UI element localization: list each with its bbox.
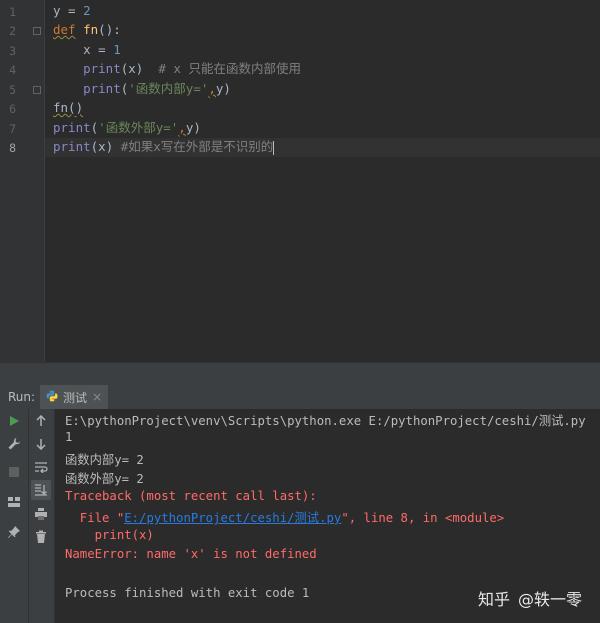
- line-number: 3: [9, 44, 16, 58]
- wrench-icon[interactable]: [4, 434, 24, 454]
- trash-icon[interactable]: [31, 527, 51, 547]
- scroll-to-end-icon[interactable]: [31, 480, 51, 500]
- traceback-file-line: File "E:/pythonProject/ceshi/测试.py", lin…: [65, 511, 505, 525]
- run-toolbar-left: [0, 409, 29, 623]
- layout-icon[interactable]: [4, 492, 24, 512]
- code-line[interactable]: x = 1: [53, 41, 121, 59]
- code-editor[interactable]: 1 2 3 4 5 6 7 8 y = 2 def fn(): x = 1 pr…: [0, 0, 600, 362]
- traceback-header: Traceback (most recent call last):: [65, 489, 317, 503]
- rerun-button[interactable]: [4, 411, 24, 431]
- tab-run-config[interactable]: 测试 ×: [40, 385, 109, 409]
- code-line[interactable]: print(x) # x 只能在函数内部使用: [53, 60, 301, 78]
- line-number: 1: [9, 5, 16, 19]
- line-number: 2: [9, 24, 16, 38]
- line-gutter: 1 2 3 4 5 6 7 8: [0, 0, 45, 362]
- code-line-current[interactable]: print(x) #如果x写在外部是不识别的: [53, 138, 275, 156]
- text-caret: [273, 140, 275, 155]
- fold-marker-icon[interactable]: [33, 86, 41, 94]
- line-number: 6: [9, 102, 16, 116]
- arrow-up-icon[interactable]: [31, 411, 51, 431]
- run-tool-window-header: Run: 测试 ×: [0, 385, 600, 409]
- code-line[interactable]: fn(): [53, 99, 83, 117]
- print-icon[interactable]: [31, 504, 51, 524]
- line-number: 5: [9, 83, 16, 97]
- stop-button[interactable]: [4, 462, 24, 482]
- watermark: 知乎 @轶一零: [478, 586, 582, 610]
- panel-splitter[interactable]: [0, 362, 600, 386]
- file-link[interactable]: E:/pythonProject/ceshi/测试.py: [124, 511, 341, 525]
- tab-label: 测试: [63, 390, 88, 405]
- code-line[interactable]: def fn():: [53, 21, 121, 39]
- python-icon: [46, 390, 58, 405]
- line-number: 7: [9, 122, 16, 136]
- console-line: 函数外部y= 2: [65, 472, 144, 486]
- code-line[interactable]: print('函数外部y=',y): [53, 119, 201, 137]
- traceback-code: print(x): [65, 528, 154, 542]
- code-line[interactable]: y = 2: [53, 2, 91, 20]
- line-number: 4: [9, 63, 16, 77]
- soft-wrap-icon[interactable]: [31, 457, 51, 477]
- pin-icon[interactable]: [4, 522, 24, 542]
- watermark-author: @轶一零: [517, 590, 582, 609]
- fold-marker-icon[interactable]: [33, 27, 41, 35]
- run-label: Run:: [8, 390, 36, 404]
- run-toolbar-secondary: [29, 409, 55, 623]
- console-line: 函数内部y= 2: [65, 453, 144, 467]
- watermark-site: 知乎: [477, 590, 510, 609]
- close-icon[interactable]: ×: [92, 390, 102, 404]
- process-finished: Process finished with exit code 1: [65, 586, 310, 600]
- arrow-down-icon[interactable]: [31, 434, 51, 454]
- code-line[interactable]: print('函数内部y=',y): [53, 80, 231, 98]
- error-message: NameError: name 'x' is not defined: [65, 547, 317, 561]
- console-line: 1: [65, 430, 73, 444]
- console-command: E:\pythonProject\venv\Scripts\python.exe…: [65, 414, 586, 428]
- line-number-current: 8: [9, 141, 16, 155]
